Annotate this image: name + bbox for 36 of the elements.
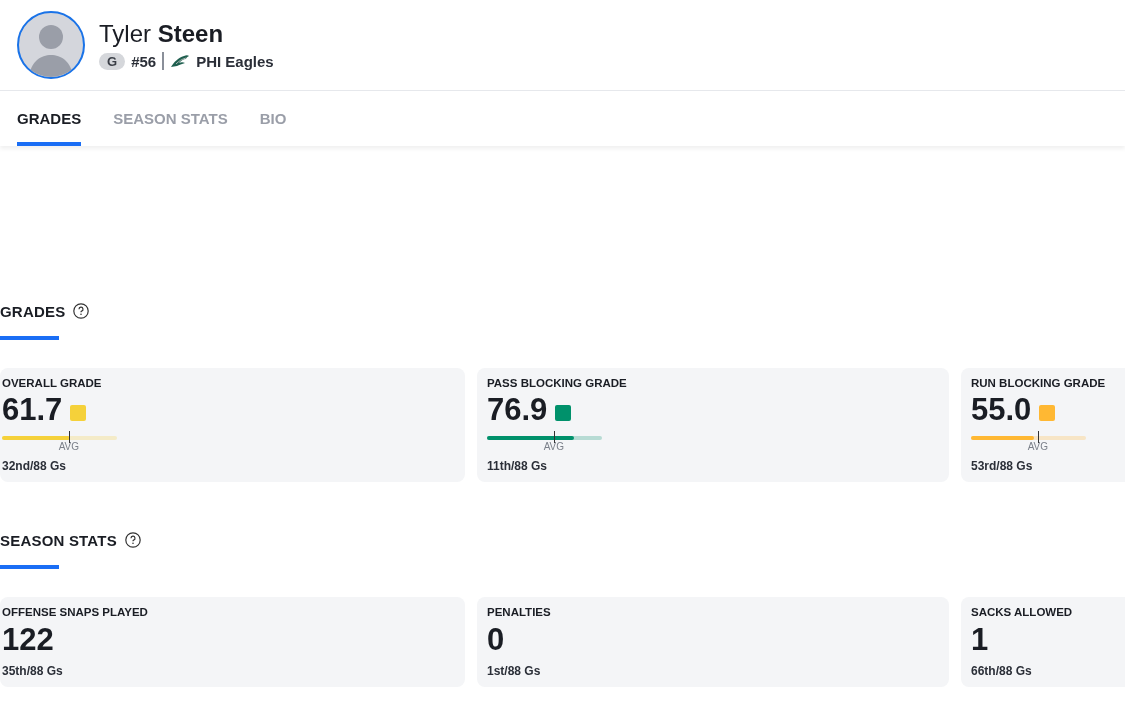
tab[interactable]: BIO	[259, 91, 287, 146]
rank-text: 53rd/88 Gs	[971, 459, 1034, 473]
rank-text: 11th/88 Gs	[487, 459, 549, 473]
bird-icon	[170, 54, 191, 68]
card-value: 0	[487, 622, 505, 658]
position-badge: G	[99, 52, 126, 70]
card-value: 76.9	[487, 392, 548, 428]
card-value: 55.0	[971, 392, 1032, 428]
rank-text: 32nd/88 Gs	[2, 459, 68, 473]
average-label: AVG	[543, 441, 565, 452]
card-label: PENALTIES	[487, 606, 552, 618]
tab[interactable]: GRADES	[17, 91, 82, 146]
card-value: 122	[2, 622, 54, 658]
card-value: 61.7	[2, 392, 63, 428]
help-icon[interactable]	[124, 532, 141, 548]
rank-text: 35th/88 Gs	[2, 664, 64, 678]
team-name: PHI Eagles	[196, 52, 274, 70]
section-title: GRADES	[0, 302, 66, 320]
average-label: AVG	[58, 441, 80, 452]
card-label: OVERALL GRADE	[2, 377, 103, 389]
card-label: OFFENSE SNAPS PLAYED	[2, 606, 149, 618]
average-marker	[553, 431, 555, 443]
section-title: SEASON STATS	[0, 531, 117, 549]
rank-text: 66th/88 Gs	[971, 664, 1033, 678]
card-label: SACKS ALLOWED	[971, 606, 1074, 618]
card-label: RUN BLOCKING GRADE	[971, 377, 1107, 389]
average-marker	[68, 431, 70, 443]
jersey-number: #56	[131, 52, 157, 70]
rank-text: 1st/88 Gs	[487, 664, 542, 678]
card-value: 1	[971, 622, 989, 658]
tab[interactable]: SEASON STATS	[113, 91, 228, 146]
card-label: PASS BLOCKING GRADE	[487, 377, 628, 389]
player-name: Tyler Steen	[99, 20, 225, 48]
average-label: AVG	[1027, 441, 1049, 452]
help-icon[interactable]	[73, 303, 90, 319]
average-marker	[1037, 431, 1039, 443]
